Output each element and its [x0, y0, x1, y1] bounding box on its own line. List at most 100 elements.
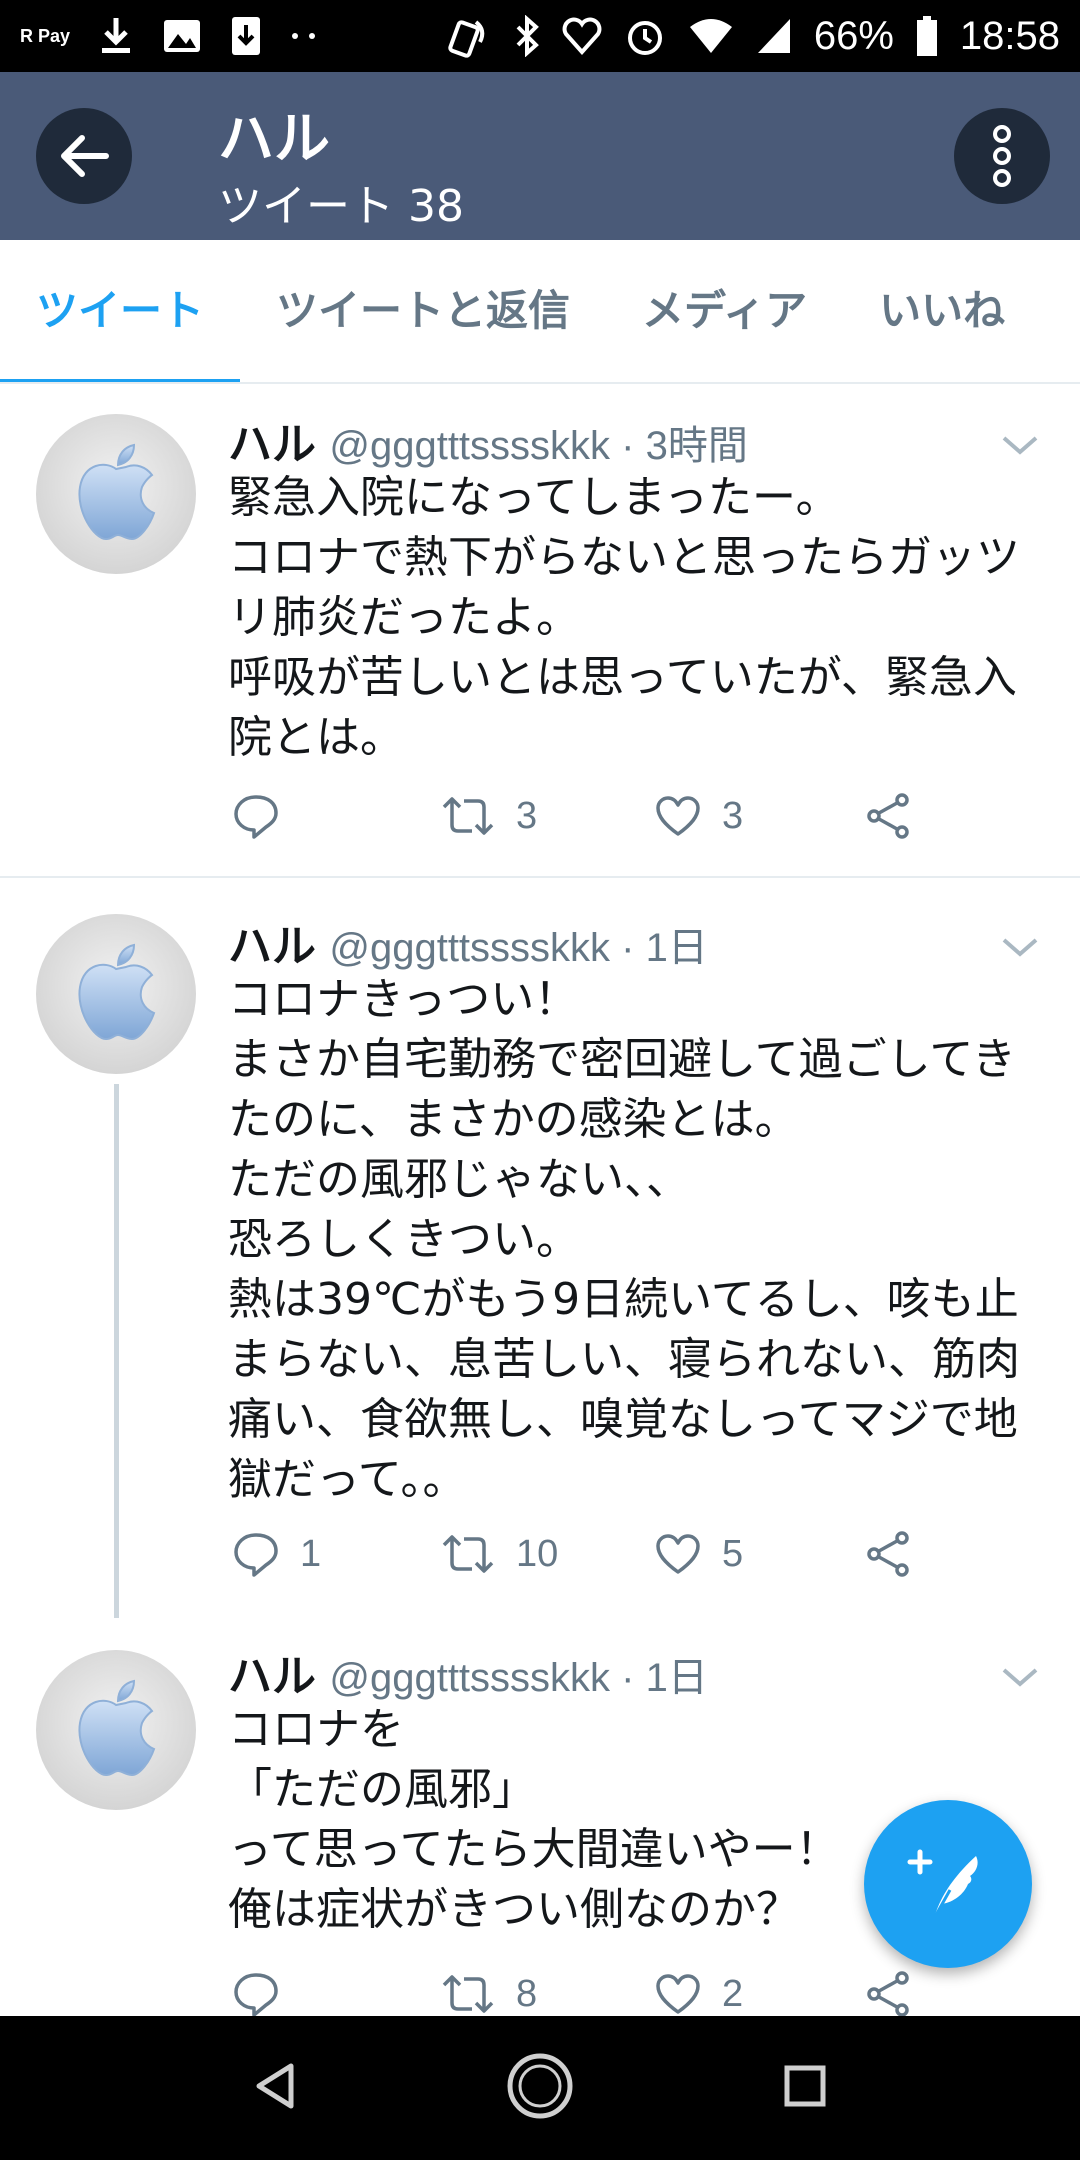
avatar[interactable]: [36, 414, 196, 574]
display-name[interactable]: ハル: [228, 921, 316, 972]
tweet-line: 恐ろしくきつい。: [228, 1214, 580, 1265]
heart-rate-icon: [562, 16, 602, 56]
tweet-line: 熱は39℃がもう9日続いてるし、咳も止: [228, 1274, 1019, 1325]
more-options-button[interactable]: [954, 108, 1050, 204]
tweet-actions: 3 3: [228, 786, 948, 846]
chevron-down-icon[interactable]: [1000, 932, 1040, 962]
retweet-button[interactable]: 8: [440, 1973, 537, 2016]
profile-tabs: ツイート ツイートと返信 メディア いいね: [0, 240, 1080, 384]
square-recents-icon: [784, 2065, 826, 2107]
chevron-down-icon[interactable]: [1000, 1662, 1040, 1692]
share-icon: [867, 1531, 909, 1577]
retweet-count: 8: [516, 1972, 538, 2015]
back-button[interactable]: [36, 108, 132, 204]
reply-count: 1: [300, 1532, 322, 1575]
retweet-icon: [442, 1975, 494, 2013]
nav-recents-button[interactable]: [783, 2064, 827, 2112]
wifi-icon: [688, 17, 734, 55]
tweet[interactable]: ハル @gggtttsssskkk · 3時間 緊急入院になってしまったー。 コ…: [0, 386, 1080, 876]
compose-tweet-button[interactable]: [864, 1800, 1032, 1968]
nav-back-button[interactable]: [253, 2062, 297, 2114]
reply-button[interactable]: [232, 793, 300, 839]
like-count: 2: [722, 1972, 744, 2015]
retweet-icon: [442, 1535, 494, 1573]
tweet-header: ハル @gggtttsssskkk · 3時間: [228, 408, 748, 472]
handle-and-time: @gggtttsssskkk · 3時間: [329, 424, 748, 468]
bluetooth-icon: [514, 15, 540, 57]
retweet-icon: [442, 797, 494, 835]
tweet-line: 獄だって。。: [228, 1454, 467, 1505]
retweet-button[interactable]: 3: [440, 795, 537, 838]
retweet-button[interactable]: 10: [440, 1533, 558, 1576]
retweet-count: 10: [516, 1532, 559, 1575]
tweet-text: 緊急入院になってしまったー。 コロナで熱下がらないと思ったらガッツ リ肺炎だった…: [228, 468, 1048, 768]
avatar[interactable]: [36, 914, 196, 1074]
heart-icon: [656, 1974, 700, 2014]
tweet-line: まらない、息苦しい、寝られない、筋肉: [228, 1334, 1020, 1385]
tweet-line: コロナで熱下がらないと思ったらガッツ: [228, 532, 1020, 583]
rakuten-pay-indicator: R Pay: [20, 25, 71, 46]
more-vertical-icon: [993, 125, 1011, 187]
clock: 18:58: [959, 13, 1060, 58]
thread-connector: [114, 1084, 119, 1618]
like-count: 5: [722, 1532, 744, 1575]
tweet-header: ハル @gggtttsssskkk · 1日: [228, 1640, 708, 1704]
tweet-line: ただの風邪じゃない、、: [228, 1154, 690, 1205]
tweet-line: まさか自宅勤務で密回避して過ごしてき: [228, 1034, 1017, 1085]
tweet-line: コロナきっつい！: [228, 974, 579, 1025]
image-icon: [162, 18, 202, 54]
like-button[interactable]: 5: [654, 1532, 743, 1576]
apple-logo-icon: [78, 1679, 156, 1777]
more-notifications-icon: [290, 31, 318, 41]
apple-logo-icon: [78, 443, 156, 541]
share-button[interactable]: [864, 1530, 912, 1578]
tweet-line: リ肺炎だったよ。: [228, 592, 580, 643]
share-icon: [867, 793, 909, 839]
tweet-count: ツイート 38: [218, 181, 464, 232]
status-bar: R Pay 66% 18:58: [0, 0, 1080, 72]
tweet-actions: 1 10 5: [228, 1524, 948, 1584]
battery-percent: 66%: [813, 13, 894, 58]
tab-tweets-and-replies[interactable]: ツイートと返信: [240, 240, 606, 382]
display-name[interactable]: ハル: [228, 419, 316, 470]
signal-icon: [756, 17, 792, 55]
nfc-icon: [448, 14, 492, 58]
heart-icon: [656, 796, 700, 836]
tweet-line: 痛い、食欲無し、嗅覚なしってマジで地: [228, 1394, 1018, 1445]
reply-icon: [234, 1973, 278, 2016]
apple-logo-icon: [78, 943, 156, 1041]
reply-button[interactable]: [232, 1971, 300, 2016]
triangle-back-icon: [256, 2063, 294, 2109]
share-button[interactable]: [864, 792, 912, 840]
nav-home-button[interactable]: [504, 2050, 576, 2126]
tweet-header: ハル @gggtttsssskkk · 1日: [228, 910, 708, 974]
tweet-actions: 8 2: [228, 1964, 948, 2016]
avatar[interactable]: [36, 1650, 196, 1810]
circle-home-icon: [507, 2053, 573, 2119]
chevron-down-icon[interactable]: [1000, 430, 1040, 460]
like-count: 3: [722, 794, 744, 837]
share-button[interactable]: [864, 1970, 912, 2016]
retweet-count: 3: [516, 794, 538, 837]
tweet-line: コロナを: [228, 1704, 404, 1755]
system-navigation-bar: [0, 2016, 1080, 2160]
page-title: ハル: [218, 107, 330, 172]
arrow-left-icon: [61, 135, 109, 177]
battery-icon: [916, 15, 938, 57]
tweet-line: 呼吸が苦しいとは思っていたが、緊急入: [228, 652, 1017, 703]
tab-tweets[interactable]: ツイート: [0, 240, 241, 382]
tweet-text: コロナきっつい！ まさか自宅勤務で密回避して過ごしてき たのに、まさかの感染とは…: [228, 970, 1048, 1510]
tab-media[interactable]: メディア: [606, 240, 843, 382]
share-icon: [867, 1971, 909, 2016]
alarm-icon: [624, 15, 666, 57]
tweet[interactable]: ハル @gggtttsssskkk · 1日 コロナきっつい！ まさか自宅勤務で…: [0, 878, 1080, 1618]
tweet-line: 緊急入院になってしまったー。: [228, 472, 840, 523]
tweet-line: 院とは。: [228, 712, 404, 763]
like-button[interactable]: 2: [654, 1972, 743, 2016]
download-icon: [98, 16, 134, 56]
display-name[interactable]: ハル: [228, 1651, 316, 1702]
tab-likes[interactable]: いいね: [843, 240, 1041, 382]
reply-button[interactable]: 1: [232, 1531, 321, 1577]
handle-and-time: @gggtttsssskkk · 1日: [329, 926, 708, 970]
like-button[interactable]: 3: [654, 794, 743, 838]
